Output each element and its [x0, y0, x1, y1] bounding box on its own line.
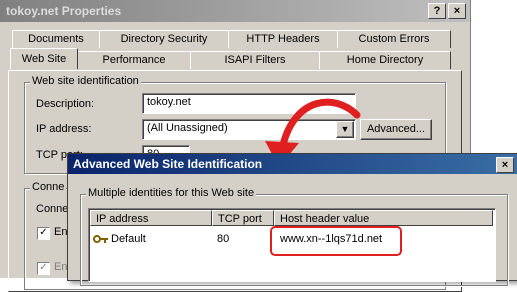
advanced-title-bar: Advanced Web Site Identification × — [68, 154, 517, 174]
tab-web-site[interactable]: Web Site — [10, 48, 78, 69]
ip-address-label: IP address: — [36, 123, 92, 135]
tab-performance[interactable]: Performance — [77, 51, 191, 69]
tab-isapi-filters[interactable]: ISAPI Filters — [190, 51, 320, 69]
enable-checkbox-2-label: En — [54, 261, 68, 273]
advanced-dialog: Advanced Web Site Identification × Multi… — [67, 153, 517, 286]
tab-http-headers[interactable]: HTTP Headers — [228, 30, 338, 48]
column-header-host[interactable]: Host header value — [274, 210, 493, 226]
tab-documents[interactable]: Documents — [12, 30, 100, 48]
column-header-ip[interactable]: IP address — [90, 210, 212, 226]
host-highlight-box — [270, 226, 402, 256]
row-ip: Default — [111, 233, 146, 245]
row-port: 80 — [217, 233, 230, 245]
tab-custom-errors[interactable]: Custom Errors — [337, 30, 451, 48]
enable-checkbox-label: En — [54, 226, 68, 238]
enable-checkbox-2[interactable]: ✓ — [37, 262, 50, 275]
connections-group-label: Conne — [30, 181, 67, 193]
enable-checkbox[interactable]: ✓ — [37, 227, 50, 240]
ip-address-value: (All Unassigned) — [147, 122, 228, 134]
close-icon[interactable]: × — [496, 157, 514, 173]
column-header-port[interactable]: TCP port — [212, 210, 274, 226]
tab-directory-security[interactable]: Directory Security — [99, 30, 229, 48]
key-icon — [93, 235, 108, 243]
description-label: Description: — [36, 98, 95, 110]
connections-label: Conne — [36, 203, 69, 215]
identities-group-label: Multiple identities for this Web site — [86, 187, 257, 199]
identification-group-label: Web site identification — [30, 75, 141, 87]
dialog-title: Advanced Web Site Identification — [73, 157, 263, 171]
tab-home-directory[interactable]: Home Directory — [319, 51, 451, 69]
close-button[interactable]: × — [448, 3, 466, 19]
window-title: tokoy.net Properties — [6, 4, 122, 18]
properties-title-bar: tokoy.net Properties ? × — [0, 0, 470, 22]
advanced-button[interactable]: Advanced... — [360, 119, 432, 140]
help-button[interactable]: ? — [428, 3, 446, 19]
